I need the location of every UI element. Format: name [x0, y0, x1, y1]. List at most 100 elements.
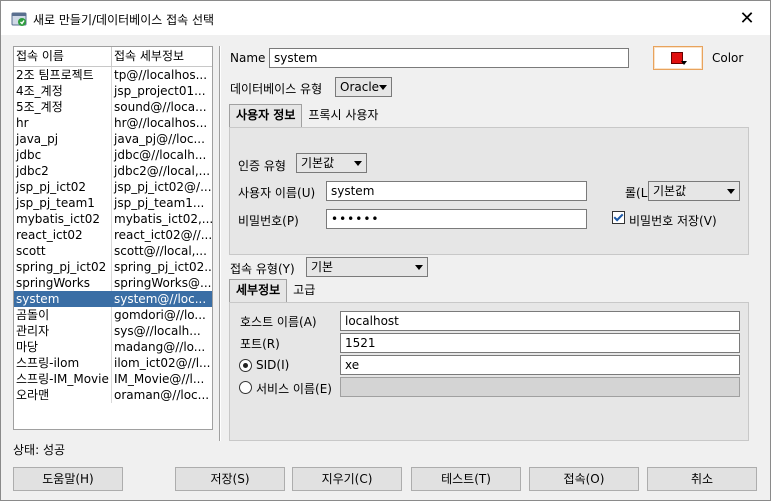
role-select[interactable]: 기본값	[648, 181, 740, 201]
connection-details: scott@//local,...	[114, 244, 207, 258]
tab-details[interactable]: 세부정보	[229, 279, 288, 302]
connection-name: jsp_pj_team1	[14, 195, 112, 211]
radio-selected-dot	[243, 363, 248, 368]
connection-details: jdbc@//localh...	[114, 148, 207, 162]
connection-row[interactable]: mybatis_ict02 mybatis_ict02,...	[14, 211, 212, 227]
connection-details: hr@//localhos...	[114, 116, 208, 130]
connection-details: gomdori@//lo...	[114, 308, 206, 322]
connection-row[interactable]: spring_pj_ict02 spring_pj_ict02...	[14, 259, 212, 275]
save-password-checkbox[interactable]	[612, 211, 625, 224]
connection-row[interactable]: react_ict02 react_ict02@//...	[14, 227, 212, 243]
connection-row[interactable]: java_pj java_pj@//loc...	[14, 131, 212, 147]
connection-row[interactable]: jsp_pj_team1 jsp_pj_team1...	[14, 195, 212, 211]
connection-details: springWorks@...	[114, 276, 212, 290]
connection-name: jdbc	[14, 147, 112, 163]
connection-name: system	[14, 291, 112, 307]
tab-user-info[interactable]: 사용자 정보	[229, 104, 303, 127]
service-name-radio[interactable]	[239, 381, 252, 394]
color-label: Color	[712, 51, 744, 65]
connection-details: spring_pj_ict02...	[114, 260, 212, 274]
connection-details: tp@//localhos...	[114, 68, 208, 82]
column-header-name[interactable]: 접속 이름	[14, 47, 112, 67]
connection-name: jdbc2	[14, 163, 112, 179]
connection-name: spring_pj_ict02	[14, 259, 112, 275]
help-button[interactable]: 도움말(H)	[13, 467, 123, 491]
connection-row[interactable]: 오라맨 oraman@//loc...	[14, 387, 212, 403]
connection-list[interactable]: 접속 이름 접속 세부정보 2조 팀프로젝트 tp@//localhos... 4조…	[13, 46, 213, 430]
connection-list-header: 접속 이름 접속 세부정보	[14, 47, 212, 67]
clear-button[interactable]: 지우기(C)	[292, 467, 402, 491]
close-icon[interactable]: ✕	[724, 1, 770, 35]
connection-row[interactable]: 관리자 sys@//localh...	[14, 323, 212, 339]
chevron-down-icon	[681, 61, 687, 65]
connection-details: jsp_pj_team1...	[114, 196, 205, 210]
connection-details: madang@//lo...	[114, 340, 206, 354]
save-button[interactable]: 저장(S)	[175, 467, 285, 491]
connection-details: system@//loc...	[114, 292, 207, 306]
user-tabs: 사용자 정보 프록시 사용자	[229, 104, 384, 127]
connection-row[interactable]: jsp_pj_ict02 jsp_pj_ict02@/...	[14, 179, 212, 195]
port-input[interactable]: 1521	[340, 333, 740, 353]
connection-row[interactable]: jdbc2 jdbc2@//local,...	[14, 163, 212, 179]
test-button[interactable]: 테스트(T)	[411, 467, 521, 491]
connection-row[interactable]: jdbc jdbc@//localh...	[14, 147, 212, 163]
save-password-label: 비밀번호 저장(V)	[629, 214, 717, 228]
connection-details: jsp_project01...	[114, 84, 206, 98]
connection-name: 4조_계정	[14, 83, 112, 99]
splitter[interactable]	[219, 46, 221, 441]
color-picker-button[interactable]	[653, 46, 703, 70]
connection-row[interactable]: hr hr@//localhos...	[14, 115, 212, 131]
hostname-label: 호스트 이름(A)	[240, 315, 317, 329]
connection-details: ilom_ict02@//l...	[114, 356, 211, 370]
connection-dialog: 새로 만들기/데이터베이스 접속 선택 ✕ 접속 이름 접속 세부정보 2조 팀…	[0, 0, 771, 501]
name-label: Name	[230, 51, 266, 65]
connection-row[interactable]: 마당 madang@//lo...	[14, 339, 212, 355]
connection-row[interactable]: 4조_계정 jsp_project01...	[14, 83, 212, 99]
connection-name: jsp_pj_ict02	[14, 179, 112, 195]
connection-name: scott	[14, 243, 112, 259]
tab-proxy-user[interactable]: 프록시 사용자	[302, 105, 384, 126]
db-type-value: Oracle	[340, 80, 380, 94]
connection-name: 관리자	[14, 323, 112, 339]
hostname-input[interactable]: localhost	[340, 311, 740, 331]
connection-details: java_pj@//loc...	[114, 132, 205, 146]
name-input[interactable]: system	[269, 48, 629, 68]
password-label: 비밀번호(P)	[238, 214, 299, 228]
auth-type-value: 기본값	[301, 156, 335, 170]
conn-type-label: 접속 유형(Y)	[230, 262, 295, 276]
username-input[interactable]: system	[326, 181, 587, 201]
checkmark-icon	[613, 211, 624, 222]
connection-row[interactable]: 스프링-ilom ilom_ict02@//l...	[14, 355, 212, 371]
connection-row[interactable]: springWorks springWorks@...	[14, 275, 212, 291]
connection-row[interactable]: 5조_계정 sound@//loca...	[14, 99, 212, 115]
connection-rows: 2조 팀프로젝트 tp@//localhos... 4조_계정 jsp_project…	[14, 67, 212, 403]
password-input[interactable]: ••••••	[326, 209, 587, 229]
db-type-select[interactable]: Oracle	[335, 77, 392, 97]
conn-type-select[interactable]: 기본	[306, 257, 428, 277]
connection-name: java_pj	[14, 131, 112, 147]
cancel-button[interactable]: 취소	[647, 467, 757, 491]
connection-details: mybatis_ict02,...	[114, 212, 212, 226]
connection-name: 스프링-ilom	[14, 355, 112, 371]
connection-name: react_ict02	[14, 227, 112, 243]
connection-row[interactable]: system system@//loc...	[14, 291, 212, 307]
sid-radio[interactable]	[239, 359, 252, 372]
auth-type-select[interactable]: 기본값	[296, 153, 367, 173]
tab-advanced[interactable]: 고급	[287, 280, 321, 301]
connection-details: jdbc2@//local,...	[114, 164, 211, 178]
connection-name: 마당	[14, 339, 112, 355]
chevron-down-icon	[727, 189, 735, 194]
role-value: 기본값	[653, 184, 687, 198]
connect-button[interactable]: 접속(O)	[529, 467, 639, 491]
connection-row[interactable]: 2조 팀프로젝트 tp@//localhos...	[14, 67, 212, 83]
connection-details: sound@//loca...	[114, 100, 207, 114]
chevron-down-icon	[354, 161, 362, 166]
sid-input[interactable]: xe	[340, 355, 740, 375]
connection-row[interactable]: scott scott@//local,...	[14, 243, 212, 259]
connection-row[interactable]: 스프링-IM_Movie IM_Movie@//l...	[14, 371, 212, 387]
connection-details: react_ict02@//...	[114, 228, 212, 242]
column-header-details[interactable]: 접속 세부정보	[112, 47, 212, 67]
service-name-input[interactable]	[340, 377, 740, 397]
username-label: 사용자 이름(U)	[238, 186, 316, 200]
connection-row[interactable]: 곰돌이 gomdori@//lo...	[14, 307, 212, 323]
